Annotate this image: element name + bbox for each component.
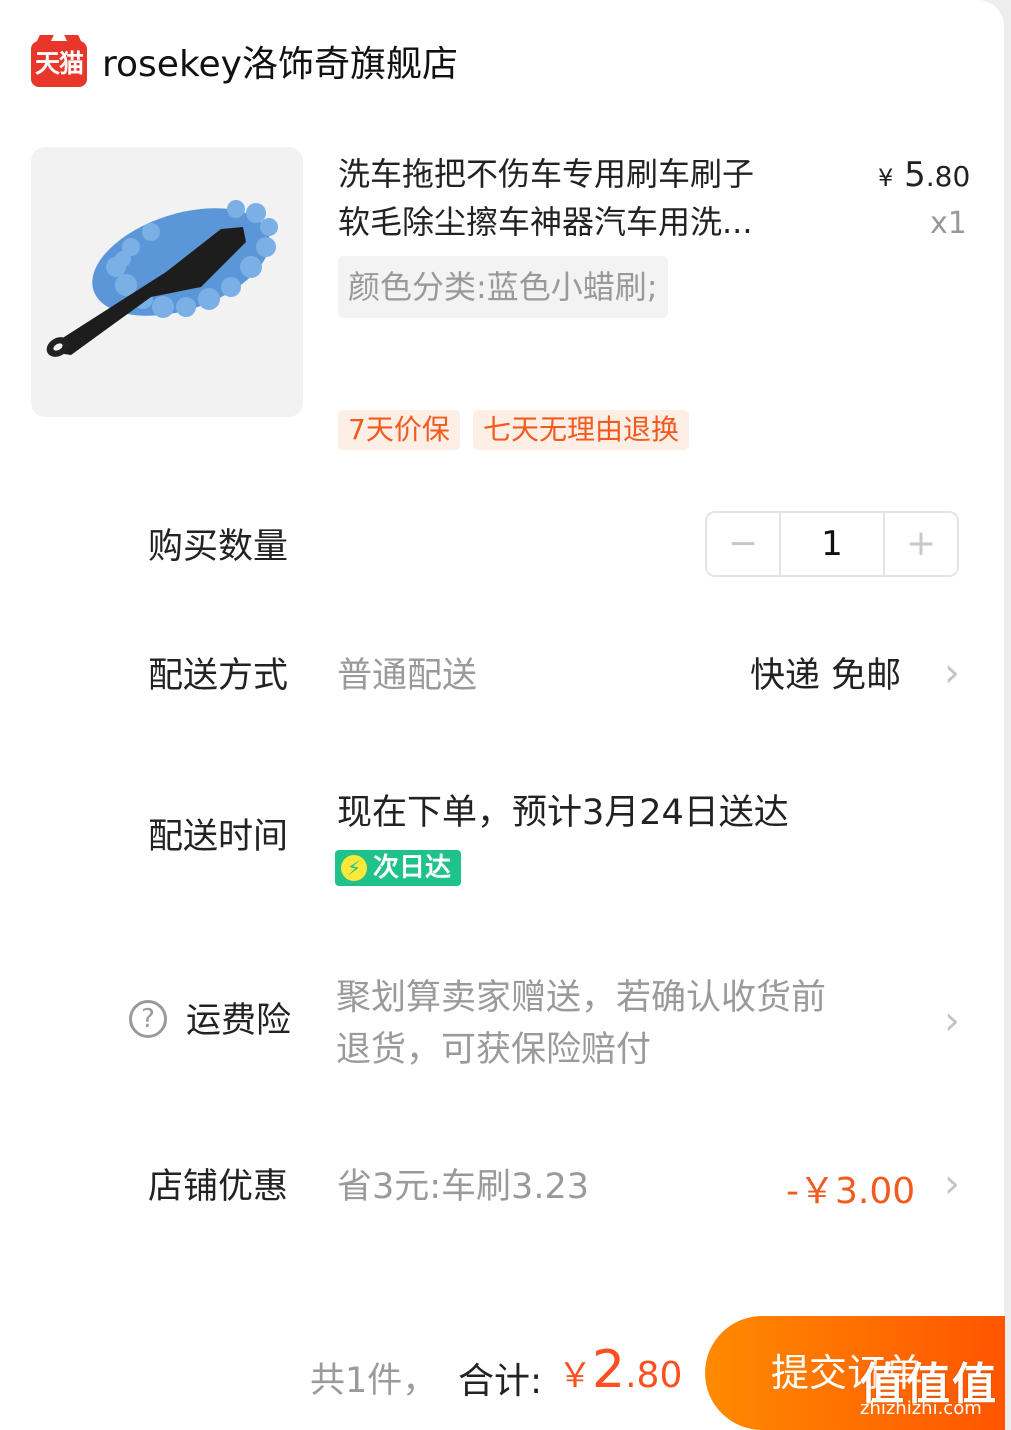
delivery-time-label: 配送时间 [148, 817, 289, 857]
product-title-line2: 软毛除尘擦车神器汽车用洗... [338, 203, 753, 241]
question-icon[interactable]: ? [129, 1000, 167, 1038]
watermark: 值值值 zhizhizhi.com [860, 1348, 1006, 1428]
watermark-url: zhizhizhi.com [860, 1398, 982, 1419]
product-quantity: x1 [930, 206, 967, 241]
quantity-label: 购买数量 [148, 527, 289, 567]
delivery-time-value: 现在下单，预计3月24日送达 [337, 793, 789, 833]
chevron-right-icon: › [944, 650, 960, 696]
shop-discount-value: -￥3.00 [786, 1171, 916, 1212]
order-card: 天猫 rosekey洛饰奇旗舰店 洗车拖把不伤车专用刷车刷子 软毛除尘擦车神器汽… [0, 0, 1006, 1430]
tmall-logo-icon: 天猫 [31, 41, 87, 87]
chevron-right-icon: › [944, 1161, 960, 1207]
product-price: ¥ 5.80 [878, 155, 970, 195]
product-title-line1: 洗车拖把不伤车专用刷车刷子 [338, 155, 755, 193]
delivery-method-label: 配送方式 [148, 656, 289, 696]
total-int: 2 [592, 1340, 626, 1400]
insurance-label: 运费险 [186, 1001, 292, 1041]
chevron-right-icon: › [944, 998, 960, 1044]
total-price: ￥2.80 [558, 1340, 682, 1400]
increase-button[interactable]: + [885, 513, 957, 575]
quantity-stepper[interactable]: − 1 + [705, 511, 959, 577]
next-day-badge: ⚡ 次日达 [335, 850, 462, 886]
insurance-desc-line2: 退货，可获保险赔付 [336, 1030, 652, 1070]
total-label: 合计: [458, 1361, 543, 1402]
tag-return-policy: 七天无理由退换 [473, 410, 690, 450]
total-symbol: ￥ [558, 1356, 592, 1396]
total-decimal: .80 [625, 1355, 683, 1396]
tag-price-protect: 7天价保 [338, 410, 460, 450]
lightning-icon: ⚡ [341, 855, 367, 881]
product-title[interactable]: 洗车拖把不伤车专用刷车刷子 软毛除尘擦车神器汽车用洗... [338, 150, 818, 246]
product-image[interactable] [31, 147, 303, 417]
price-symbol: ¥ [878, 164, 894, 192]
quantity-value[interactable]: 1 [779, 513, 885, 575]
delivery-method-value: 快递 免邮 [750, 656, 902, 696]
delivery-method-sub: 普通配送 [337, 656, 478, 696]
sku-label[interactable]: 颜色分类:蓝色小蜡刷; [338, 256, 668, 318]
next-day-label: 次日达 [373, 853, 452, 883]
insurance-description[interactable]: 聚划算卖家赠送，若确认收货前 退货，可获保险赔付 [336, 972, 896, 1076]
item-count: 共1件， [310, 1361, 438, 1401]
price-int: 5 [904, 155, 926, 195]
insurance-desc-line1: 聚划算卖家赠送，若确认收货前 [336, 978, 827, 1018]
shop-name[interactable]: rosekey洛饰奇旗舰店 [102, 40, 458, 90]
decrease-button[interactable]: − [707, 513, 779, 575]
shop-discount-sub: 省3元:车刷3.23 [337, 1167, 589, 1207]
shop-discount-label: 店铺优惠 [148, 1167, 289, 1207]
price-decimal: .80 [925, 160, 971, 193]
